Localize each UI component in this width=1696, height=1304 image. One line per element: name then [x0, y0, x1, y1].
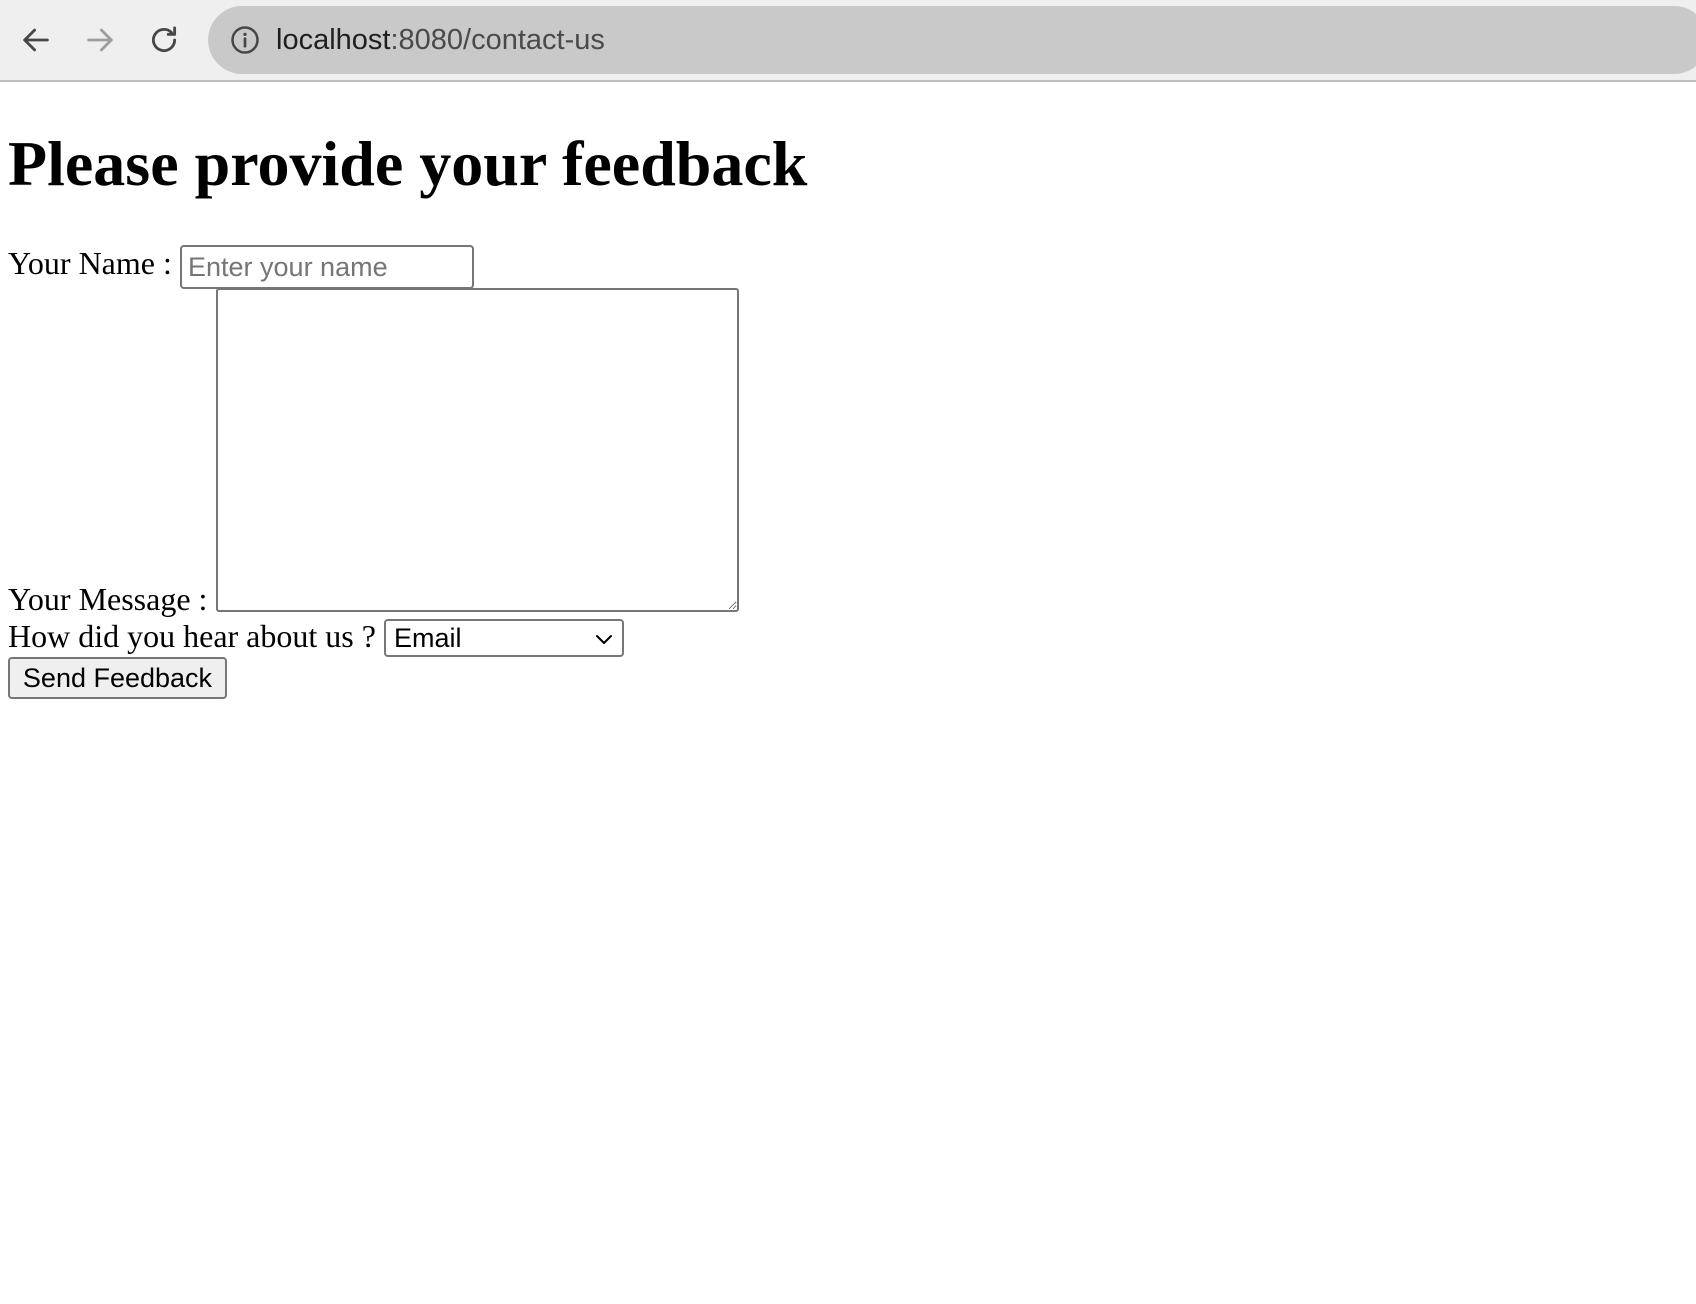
- source-select[interactable]: Email: [384, 619, 624, 657]
- message-textarea[interactable]: [216, 288, 739, 612]
- source-label: How did you hear about us ?: [8, 618, 376, 654]
- arrow-left-icon: [23, 28, 49, 52]
- info-icon[interactable]: [230, 25, 260, 55]
- url-host: localhost: [276, 24, 391, 56]
- send-feedback-button[interactable]: Send Feedback: [8, 657, 227, 699]
- page-title: Please provide your feedback: [8, 128, 808, 199]
- reload-button[interactable]: [142, 18, 186, 62]
- page-content: Please provide your feedback Your Name :…: [0, 82, 1696, 1304]
- name-input[interactable]: [180, 245, 474, 289]
- source-selected-value: Email: [394, 623, 462, 653]
- message-label: Your Message :: [8, 581, 208, 617]
- forward-button[interactable]: [78, 18, 122, 62]
- browser-toolbar: localhost:8080/contact-us: [0, 0, 1696, 82]
- address-bar[interactable]: localhost:8080/contact-us: [208, 6, 1696, 74]
- arrow-right-icon: [87, 28, 113, 52]
- chevron-down-icon: [596, 635, 612, 644]
- reload-icon: [152, 26, 177, 53]
- url-path: :8080/contact-us: [390, 24, 605, 56]
- url-text[interactable]: localhost:8080/contact-us: [276, 22, 605, 58]
- name-label: Your Name :: [8, 245, 172, 281]
- back-button[interactable]: [14, 18, 58, 62]
